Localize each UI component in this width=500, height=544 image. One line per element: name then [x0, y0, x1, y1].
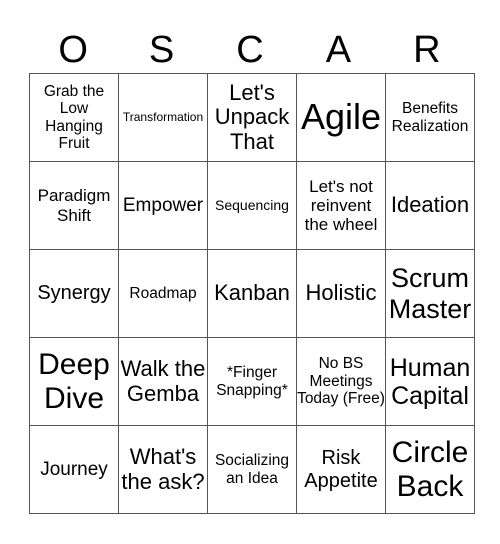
bingo-cell[interactable]: What's the ask? [118, 425, 208, 514]
bingo-cell[interactable]: Benefits Realization [385, 73, 475, 162]
header-letter: C [236, 29, 264, 71]
bingo-cell[interactable]: Walk the Gemba [118, 337, 208, 426]
bingo-cell[interactable]: Agile [296, 73, 386, 162]
grid-row: Deep Dive Walk the Gemba *Finger Snappin… [29, 337, 475, 426]
bingo-cell[interactable]: Let's not reinvent the wheel [296, 161, 386, 250]
grid-row: Synergy Roadmap Kanban Holistic Scrum Ma… [29, 249, 475, 338]
bingo-cell[interactable]: Paradigm Shift [29, 161, 119, 250]
header-letter: A [325, 29, 352, 71]
bingo-cell[interactable]: Holistic [296, 249, 386, 338]
bingo-cell[interactable]: Kanban [207, 249, 297, 338]
bingo-header: O S C A R [29, 28, 471, 73]
bingo-cell[interactable]: Socializing an Idea [207, 425, 297, 514]
bingo-cell[interactable]: Transformation [118, 73, 208, 162]
bingo-cell[interactable]: *Finger Snapping* [207, 337, 297, 426]
bingo-cell[interactable]: Grab the Low Hanging Fruit [29, 73, 119, 162]
grid-row: Grab the Low Hanging Fruit Transformatio… [29, 73, 475, 162]
bingo-cell[interactable]: Scrum Master [385, 249, 475, 338]
bingo-cell[interactable]: Synergy [29, 249, 119, 338]
bingo-cell[interactable]: Empower [118, 161, 208, 250]
bingo-cell[interactable]: Sequencing [207, 161, 297, 250]
grid-row: Journey What's the ask? Socializing an I… [29, 425, 475, 514]
grid-row: Paradigm Shift Empower Sequencing Let's … [29, 161, 475, 250]
bingo-cell[interactable]: Human Capital [385, 337, 475, 426]
bingo-cell[interactable]: Risk Appetite [296, 425, 386, 514]
bingo-cell[interactable]: Let's Unpack That [207, 73, 297, 162]
header-letter: O [58, 29, 88, 71]
bingo-cell[interactable]: Deep Dive [29, 337, 119, 426]
bingo-cell[interactable]: Journey [29, 425, 119, 514]
bingo-grid: Grab the Low Hanging Fruit Transformatio… [29, 73, 475, 514]
header-letter: S [148, 29, 175, 71]
header-letter: R [413, 29, 441, 71]
bingo-cell[interactable]: No BS Meetings Today (Free) [296, 337, 386, 426]
bingo-cell[interactable]: Circle Back [385, 425, 475, 514]
bingo-cell[interactable]: Roadmap [118, 249, 208, 338]
bingo-cell[interactable]: Ideation [385, 161, 475, 250]
